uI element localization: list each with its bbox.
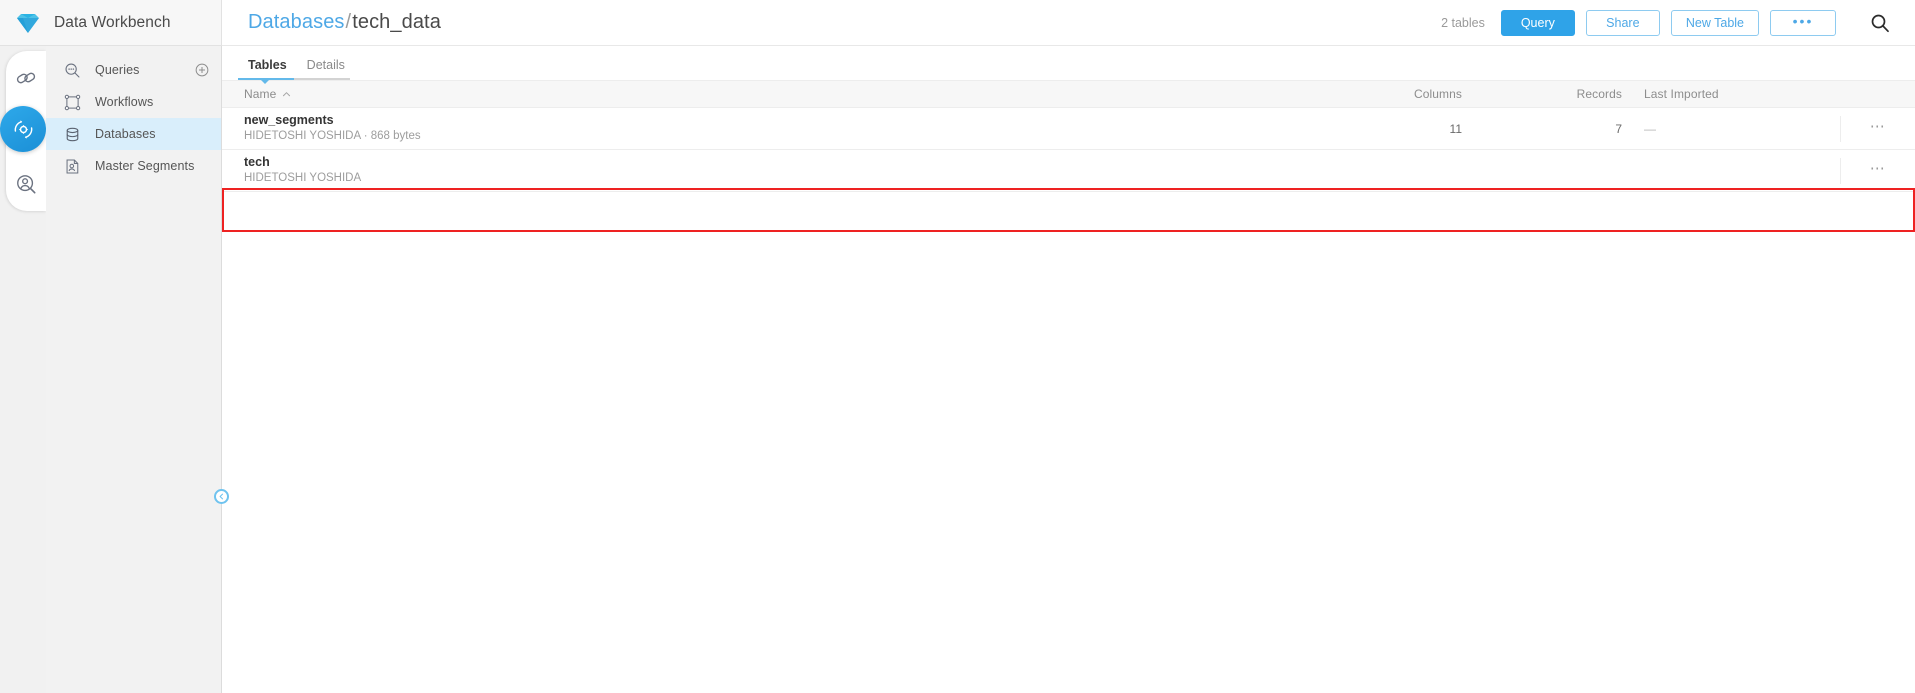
table-row-title: new_segments [244,113,334,127]
database-cylinder-icon [66,127,79,141]
column-header-columns[interactable]: Columns [1260,87,1470,101]
table-row-columns-value: 11 [1449,121,1462,136]
table-row-name-cell: new_segments HIDETOSHI YOSHIDA · 868 byt… [222,113,1260,144]
sidebar-item-queries[interactable]: Queries [46,54,221,86]
column-header-records[interactable]: Records [1470,87,1630,101]
sidebar-item-workflows[interactable]: Workflows [46,86,221,118]
tab-active-caret-icon [260,79,270,84]
column-header-label: Name [244,87,277,101]
rail-item-customer-search[interactable] [6,158,46,210]
column-header-last-imported[interactable]: Last Imported [1630,87,1840,101]
sidebar-nav: Queries Workflows Databases Master Segme… [46,46,222,693]
sidebar-item-label: Workflows [95,95,154,109]
person-search-icon [17,175,36,194]
sidebar-item-label: Queries [95,63,140,77]
sidebar-collapse-toggle[interactable] [214,489,229,504]
table-row-actions-cell: ⋯ [1840,115,1915,142]
main-content: Tables Details Name Columns Records Last… [222,46,1915,693]
table-row[interactable]: tech HIDETOSHI YOSHIDA ⋯ [222,150,1915,192]
new-table-button[interactable]: New Table [1670,9,1759,36]
top-bar-actions: 2 tables Query Share New Table ••• [1441,6,1897,40]
gear-refresh-icon [14,119,32,139]
brand-title: Data Workbench [54,13,171,31]
column-header-name[interactable]: Name [222,87,1260,101]
tab-details[interactable]: Details [297,58,355,80]
ellipsis-menu-icon[interactable]: ⋯ [1870,119,1887,135]
rail-item-audience-studio[interactable] [6,52,46,104]
table-header-row: Name Columns Records Last Imported [222,80,1915,108]
app-rail [0,46,46,693]
ellipsis-menu-icon[interactable]: ⋯ [1870,161,1887,177]
breadcrumb: Databases/tech_data [248,11,441,34]
sidebar-item-label: Master Segments [95,159,195,173]
table-row-subtitle: HIDETOSHI YOSHIDA · 868 bytes [244,130,421,142]
table-row-title: tech [244,155,270,169]
chain-link-icon [16,72,36,84]
query-button[interactable]: Query [1500,9,1575,36]
search-icon [1871,14,1889,32]
tables-count-label: 2 tables [1441,15,1485,30]
diamond-gem-icon [17,13,39,33]
share-button[interactable]: Share [1585,9,1660,36]
breadcrumb-parent-link[interactable]: Databases [248,11,345,33]
rail-item-data-workbench[interactable] [0,106,46,152]
plus-circle-icon[interactable] [195,63,209,77]
chevron-left-icon [219,493,224,500]
sidebar-item-databases[interactable]: Databases [46,118,221,150]
more-options-button[interactable]: ••• [1770,9,1836,36]
search-dots-icon [65,62,80,78]
content-tabs: Tables Details [222,46,1915,84]
breadcrumb-separator: / [345,11,352,33]
table-row-name-cell: tech HIDETOSHI YOSHIDA [222,155,1260,186]
chevron-up-icon [283,91,291,96]
search-button[interactable] [1863,6,1897,40]
brand-area: Data Workbench [0,0,222,46]
breadcrumb-current: tech_data [352,11,441,33]
workflow-nodes-icon [64,94,81,110]
sidebar-item-label: Databases [95,127,156,141]
table-row[interactable]: new_segments HIDETOSHI YOSHIDA · 868 byt… [222,108,1915,150]
table-row-actions-cell: ⋯ [1840,157,1915,184]
table-row-records-value: 7 [1615,121,1622,136]
top-bar-main: Databases/tech_data 2 tables Query Share… [222,0,1915,46]
table-row-subtitle: HIDETOSHI YOSHIDA [244,172,362,184]
person-document-icon [66,159,79,173]
table-row-last-imported-value: — [1644,121,1656,136]
top-bar: Data Workbench Databases/tech_data 2 tab… [0,0,1915,46]
sidebar-item-master-segments[interactable]: Master Segments [46,150,221,182]
tab-tables[interactable]: Tables [238,58,297,80]
tables-list: Name Columns Records Last Imported new_s… [222,80,1915,192]
